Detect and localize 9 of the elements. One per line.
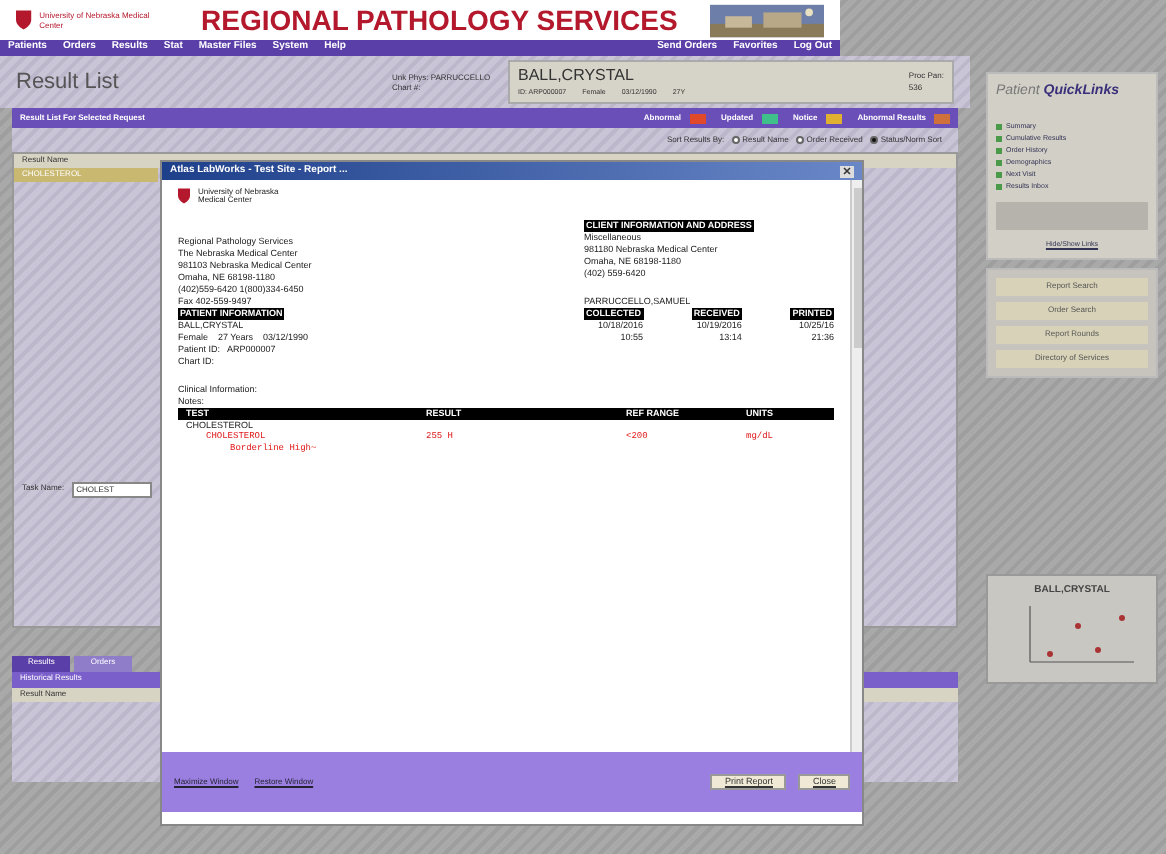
shield-logo-icon xyxy=(16,10,32,30)
radio-button[interactable] xyxy=(732,136,741,144)
radio-button[interactable] xyxy=(796,136,805,144)
shield-logo-icon xyxy=(178,188,190,204)
radio-button[interactable] xyxy=(870,136,879,144)
page-title: Result List xyxy=(16,67,121,98)
close-icon xyxy=(842,166,852,176)
site-title: REGIONAL PATHOLOGY SERVICES xyxy=(201,1,678,39)
close-button[interactable] xyxy=(840,165,854,177)
